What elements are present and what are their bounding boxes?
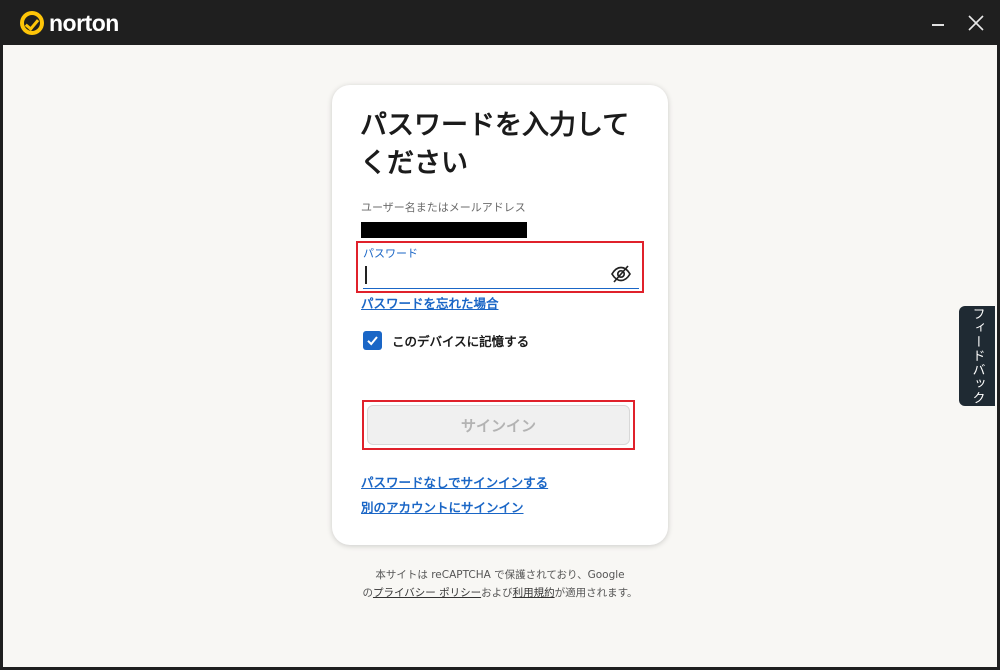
signin-button[interactable]: サインイン [367, 405, 630, 445]
password-input[interactable] [363, 261, 639, 289]
footer-mid: および [481, 587, 513, 599]
recaptcha-notice: 本サイトは reCAPTCHA で保護されており、Google のプライバシー … [300, 566, 700, 602]
login-card: パスワードを入力してください ユーザー名またはメールアドレス パスワード パスワ… [332, 85, 668, 545]
feedback-tab[interactable]: フィードバック [959, 306, 995, 406]
text-caret [365, 266, 367, 284]
remember-device-label: このデバイスに記憶する [392, 334, 530, 349]
footer-suffix: が適用されます。 [554, 587, 638, 599]
close-button[interactable] [961, 8, 991, 38]
signin-button-highlight: サインイン [362, 400, 635, 450]
norton-logo: norton [20, 9, 119, 37]
terms-link[interactable]: 利用規約 [513, 587, 555, 599]
title-bar: norton [0, 0, 1000, 45]
passwordless-signin-link[interactable]: パスワードなしでサインインする [361, 472, 548, 491]
checkmark-icon [367, 336, 378, 346]
feedback-label: フィードバック [969, 307, 985, 405]
footer-prefix: の [362, 587, 373, 599]
page-title: パスワードを入力してください [360, 110, 630, 179]
recaptcha-line1: 本サイトは reCAPTCHA で保護されており、Google [375, 569, 625, 581]
privacy-policy-link[interactable]: プライバシー ポリシー [373, 587, 481, 599]
close-icon [968, 15, 984, 31]
other-account-link[interactable]: 別のアカウントにサインイン [361, 497, 524, 516]
remember-device-row[interactable]: このデバイスに記憶する [363, 331, 529, 350]
remember-device-checkbox[interactable] [363, 331, 382, 350]
username-label: ユーザー名またはメールアドレス [361, 201, 526, 214]
minimize-button[interactable] [923, 8, 953, 38]
password-field-highlight: パスワード [356, 241, 644, 293]
password-label: パスワード [363, 247, 418, 260]
redacted-username [361, 222, 527, 238]
brand-name: norton [49, 9, 119, 36]
norton-check-icon [20, 11, 44, 35]
eye-slash-icon[interactable] [610, 263, 632, 285]
recaptcha-line2: のプライバシー ポリシーおよび利用規約が適用されます。 [300, 584, 700, 602]
forgot-password-link[interactable]: パスワードを忘れた場合 [361, 293, 499, 312]
minimize-icon [932, 24, 944, 26]
